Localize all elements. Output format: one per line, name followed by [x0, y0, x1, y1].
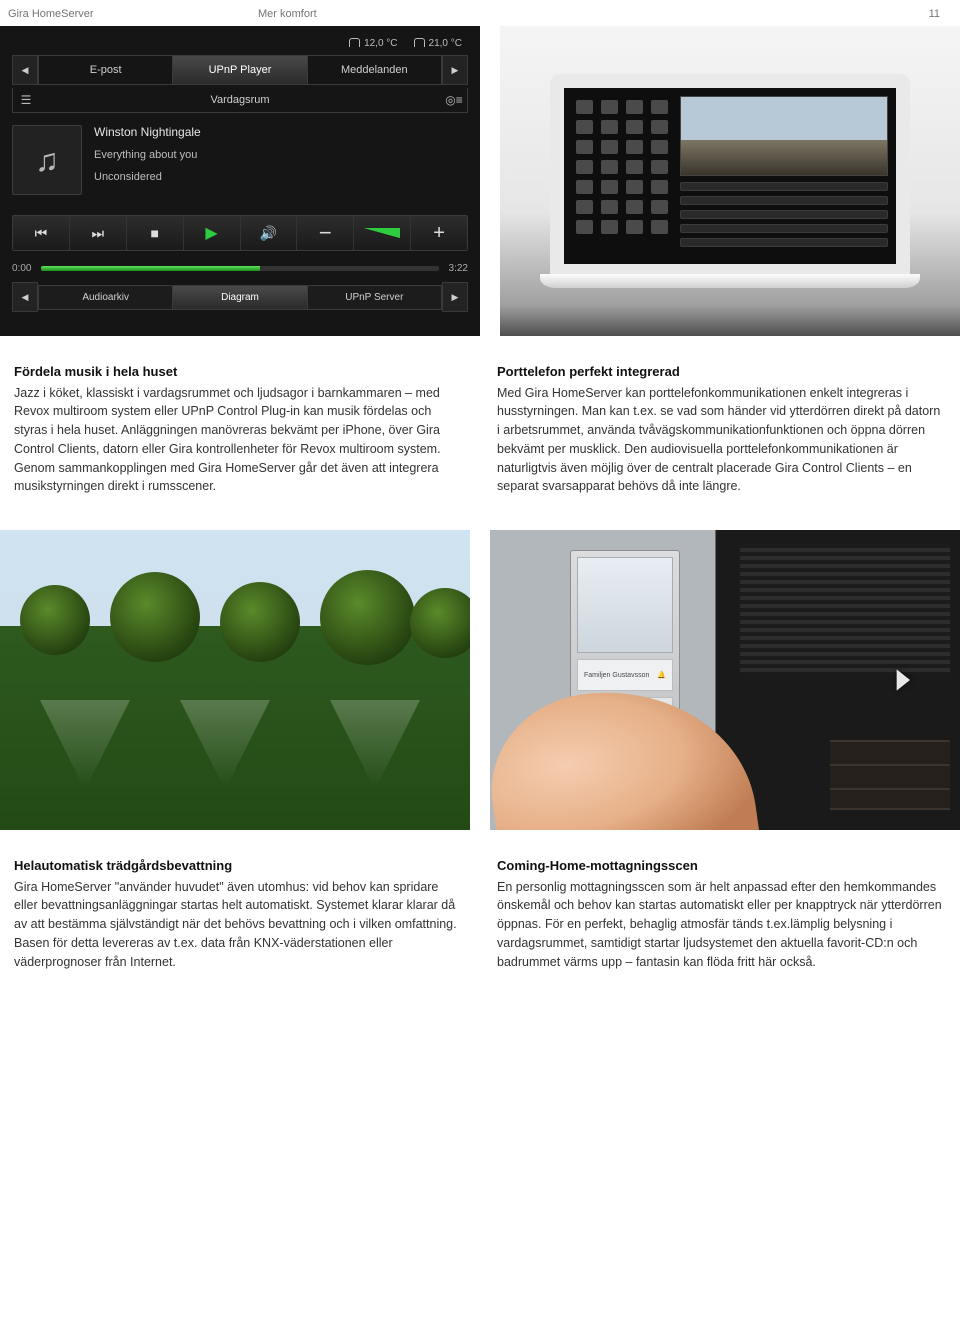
- page-header: Gira HomeServer Mer komfort 11: [0, 0, 960, 26]
- source-upnp-server[interactable]: UPnP Server: [308, 286, 441, 309]
- laptop-screen-photo: [680, 96, 888, 176]
- tabs-next-button[interactable]: ▶: [442, 55, 468, 85]
- door-station-nameplate: Familjen Gustavsson 🔔: [577, 659, 673, 691]
- tree-icon: [20, 585, 90, 655]
- music-note-icon: ♫: [35, 142, 59, 179]
- sprinkler-icon: [40, 700, 130, 790]
- heading-music: Fördela musik i hela huset: [14, 362, 463, 382]
- laptop-screen: [550, 74, 910, 274]
- volume-indicator: [354, 216, 411, 250]
- tree-icon: [110, 572, 200, 662]
- laptop-screen-bars: [680, 182, 888, 247]
- col-garden: Helautomatisk trädgårdsbevattning Gira H…: [14, 856, 463, 971]
- tab-email[interactable]: E-post: [39, 56, 173, 84]
- col-doorphone: Porttelefon perfekt integrerad Med Gira …: [497, 362, 946, 496]
- heading-cominghome: Coming-Home-mottagningsscen: [497, 856, 946, 876]
- stop-button[interactable]: ■: [127, 216, 184, 250]
- heading-garden: Helautomatisk trädgårdsbevattning: [14, 856, 463, 876]
- next-button[interactable]: ⏭: [70, 216, 127, 250]
- volume-down-button[interactable]: −: [297, 216, 354, 250]
- sprinkler-icon: [330, 700, 420, 790]
- source-row: ◀ Audioarkiv Diagram UPnP Server ▶: [12, 282, 468, 312]
- door-station-screen: [577, 557, 673, 653]
- top-tabs-row: ◀ E-post UPnP Player Meddelanden ▶: [12, 55, 468, 85]
- tree-icon: [320, 570, 415, 665]
- laptop-screen-sidebar: [572, 96, 672, 256]
- album-cover: ♫: [12, 125, 82, 195]
- track-title: Unconsidered: [94, 171, 201, 183]
- col-music: Fördela musik i hela huset Jazz i köket,…: [14, 362, 463, 496]
- photo-row: Familjen Gustavsson 🔔 GIRA: [0, 530, 960, 830]
- garden-photo: [0, 530, 470, 830]
- page-number: 11: [900, 8, 940, 20]
- paragraph-garden: Gira HomeServer "använder huvudet" även …: [14, 878, 463, 972]
- hero-row: 12,0 °C 21,0 °C ◀ E-post UPnP Player Med…: [0, 26, 960, 336]
- paragraph-doorphone: Med Gira HomeServer kan porttelefonkommu…: [497, 384, 946, 497]
- laptop-screen-icon-grid: [572, 96, 672, 256]
- volume-wedge-icon: [364, 228, 400, 238]
- doc-title: Gira HomeServer: [8, 8, 258, 20]
- speaker-icon[interactable]: 🔊: [241, 216, 298, 250]
- tree-icon: [410, 588, 470, 658]
- bell-icon: 🔔: [657, 671, 666, 679]
- prev-button[interactable]: ⏮: [13, 216, 70, 250]
- chevron-right-icon[interactable]: [886, 664, 918, 696]
- hand: [490, 673, 761, 830]
- cloud-icon: [349, 38, 360, 47]
- source-tabs: Audioarkiv Diagram UPnP Server: [38, 285, 442, 310]
- track-meta: Winston Nightingale Everything about you…: [94, 125, 201, 183]
- blinds: [740, 544, 950, 674]
- playlist-icon[interactable]: ◎≡: [441, 88, 467, 112]
- sprinkler-icon: [180, 700, 270, 790]
- doorstation-photo: Familjen Gustavsson 🔔 GIRA: [490, 530, 960, 830]
- laptop: [540, 74, 920, 288]
- tab-messages[interactable]: Meddelanden: [308, 56, 441, 84]
- tab-upnp-player[interactable]: UPnP Player: [173, 56, 307, 84]
- col-cominghome: Coming-Home-mottagningsscen En personlig…: [497, 856, 946, 971]
- weather-outdoor: 12,0 °C: [349, 38, 397, 49]
- room-label: Vardagsrum: [39, 94, 441, 106]
- room-row: ☰ Vardagsrum ◎≡: [12, 88, 468, 113]
- weather-indoor: 21,0 °C: [414, 38, 462, 49]
- laptop-photo: [500, 26, 960, 336]
- text-block-1: Fördela musik i hela huset Jazz i köket,…: [0, 336, 960, 530]
- laptop-screen-main: [680, 96, 888, 256]
- laptop-base: [540, 274, 920, 288]
- track-artist: Winston Nightingale: [94, 125, 201, 139]
- bookshelf: [830, 740, 950, 810]
- nameplate-label: Familjen Gustavsson: [584, 672, 649, 679]
- doc-subtitle: Mer komfort: [258, 8, 900, 20]
- sources-next-button[interactable]: ▶: [442, 282, 468, 312]
- time-elapsed: 0:00: [12, 263, 31, 274]
- volume-up-button[interactable]: +: [411, 216, 467, 250]
- top-tabs: E-post UPnP Player Meddelanden: [38, 55, 442, 85]
- house-icon: [414, 38, 425, 47]
- progress-track[interactable]: [41, 266, 438, 271]
- time-total: 3:22: [449, 263, 468, 274]
- list-icon[interactable]: ☰: [13, 88, 39, 112]
- weather-bar: 12,0 °C 21,0 °C: [12, 38, 468, 49]
- text-block-2: Helautomatisk trädgårdsbevattning Gira H…: [0, 830, 960, 1005]
- transport-controls: ⏮ ⏭ ■ ▶ 🔊 − +: [12, 215, 468, 251]
- source-diagram[interactable]: Diagram: [173, 286, 307, 309]
- progress-row: 0:00 3:22: [12, 263, 468, 274]
- heading-doorphone: Porttelefon perfekt integrerad: [497, 362, 946, 382]
- paragraph-cominghome: En personlig mottagningsscen som är helt…: [497, 878, 946, 972]
- sources-prev-button[interactable]: ◀: [12, 282, 38, 312]
- play-button[interactable]: ▶: [184, 216, 241, 250]
- progress-fill: [41, 266, 259, 271]
- source-audioarchive[interactable]: Audioarkiv: [39, 286, 173, 309]
- track-album: Everything about you: [94, 149, 201, 161]
- tabs-prev-button[interactable]: ◀: [12, 55, 38, 85]
- tree-icon: [220, 582, 300, 662]
- upnp-player-panel: 12,0 °C 21,0 °C ◀ E-post UPnP Player Med…: [0, 26, 480, 336]
- paragraph-music: Jazz i köket, klassiskt i vardagsrummet …: [14, 384, 463, 497]
- track-area: ♫ Winston Nightingale Everything about y…: [12, 125, 468, 195]
